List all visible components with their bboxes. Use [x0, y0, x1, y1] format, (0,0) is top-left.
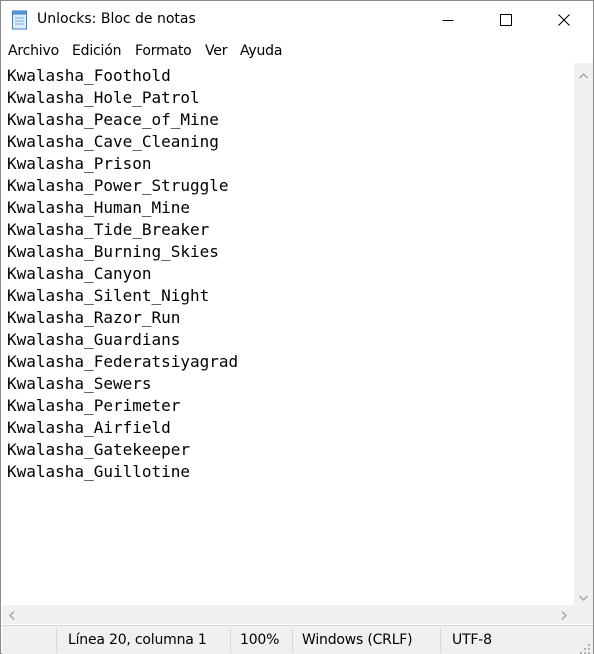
- editor-line[interactable]: Kwalasha_Hole_Patrol: [7, 87, 238, 109]
- resize-grip-icon[interactable]: [579, 640, 591, 654]
- maximize-icon: [500, 14, 512, 26]
- text-editor[interactable]: Kwalasha_Foothold Kwalasha_Hole_Patrol Kwa…: [2, 63, 574, 605]
- chevron-up-icon: [579, 64, 588, 83]
- menu-archivo[interactable]: Archivo: [8, 43, 59, 59]
- scroll-right-button[interactable]: [554, 605, 574, 624]
- menu-edicion[interactable]: Edición: [72, 43, 121, 59]
- editor-line[interactable]: Kwalasha_Perimeter: [7, 395, 238, 417]
- editor-line[interactable]: Kwalasha_Foothold: [7, 65, 238, 87]
- scrollbar-corner: [574, 605, 593, 624]
- editor-line[interactable]: Kwalasha_Peace_of_Mine: [7, 109, 238, 131]
- minimize-icon: [442, 14, 454, 26]
- status-zoom: 100%: [240, 632, 280, 648]
- editor-line[interactable]: Kwalasha_Prison: [7, 153, 238, 175]
- editor-line[interactable]: Kwalasha_Cave_Cleaning: [7, 131, 238, 153]
- minimize-button[interactable]: [419, 1, 477, 39]
- close-button[interactable]: [535, 1, 593, 39]
- chevron-down-icon: [579, 586, 588, 605]
- chevron-right-icon: [561, 605, 567, 624]
- status-cursor-position: Línea 20, columna 1: [68, 632, 207, 648]
- editor-line[interactable]: Kwalasha_Power_Struggle: [7, 175, 238, 197]
- scroll-up-button[interactable]: [574, 63, 593, 83]
- status-bar: Línea 20, columna 1 100% Windows (CRLF) …: [2, 625, 593, 654]
- menu-ayuda[interactable]: Ayuda: [240, 43, 282, 59]
- status-divider: [440, 628, 441, 653]
- menu-formato[interactable]: Formato: [135, 43, 192, 59]
- status-line-ending: Windows (CRLF): [302, 632, 413, 648]
- editor-line[interactable]: Kwalasha_Guardians: [7, 329, 238, 351]
- window-title: Unlocks: Bloc de notas: [37, 11, 196, 27]
- notepad-app-icon[interactable]: [11, 10, 29, 30]
- editor-line[interactable]: Kwalasha_Silent_Night: [7, 285, 238, 307]
- vertical-scrollbar[interactable]: [574, 63, 593, 605]
- editor-line[interactable]: Kwalasha_Tide_Breaker: [7, 219, 238, 241]
- editor-line[interactable]: Kwalasha_Sewers: [7, 373, 238, 395]
- editor-content[interactable]: Kwalasha_Foothold Kwalasha_Hole_Patrol Kwa…: [7, 65, 238, 483]
- status-encoding: UTF-8: [452, 632, 492, 648]
- editor-line[interactable]: Kwalasha_Canyon: [7, 263, 238, 285]
- editor-line[interactable]: Kwalasha_Burning_Skies: [7, 241, 238, 263]
- editor-line[interactable]: Kwalasha_Federatsiyagrad: [7, 351, 238, 373]
- editor-line[interactable]: Kwalasha_Razor_Run: [7, 307, 238, 329]
- notepad-window: Unlocks: Bloc de notas Archivo Edición F…: [0, 0, 594, 654]
- editor-line[interactable]: Kwalasha_Airfield: [7, 417, 238, 439]
- editor-line[interactable]: Kwalasha_Human_Mine: [7, 197, 238, 219]
- status-divider: [292, 628, 293, 653]
- title-bar[interactable]: Unlocks: Bloc de notas: [1, 1, 593, 39]
- scroll-down-button[interactable]: [574, 585, 593, 605]
- editor-line[interactable]: Kwalasha_Guillotine: [7, 461, 238, 483]
- menu-ver[interactable]: Ver: [205, 43, 227, 59]
- status-divider: [56, 628, 57, 653]
- status-divider: [230, 628, 231, 653]
- horizontal-scrollbar[interactable]: [2, 605, 574, 624]
- maximize-button[interactable]: [477, 1, 535, 39]
- editor-line[interactable]: Kwalasha_Gatekeeper: [7, 439, 238, 461]
- menu-bar: Archivo Edición Formato Ver Ayuda: [1, 41, 593, 63]
- close-icon: [558, 14, 570, 26]
- chevron-left-icon: [9, 605, 15, 624]
- scroll-left-button[interactable]: [2, 605, 22, 624]
